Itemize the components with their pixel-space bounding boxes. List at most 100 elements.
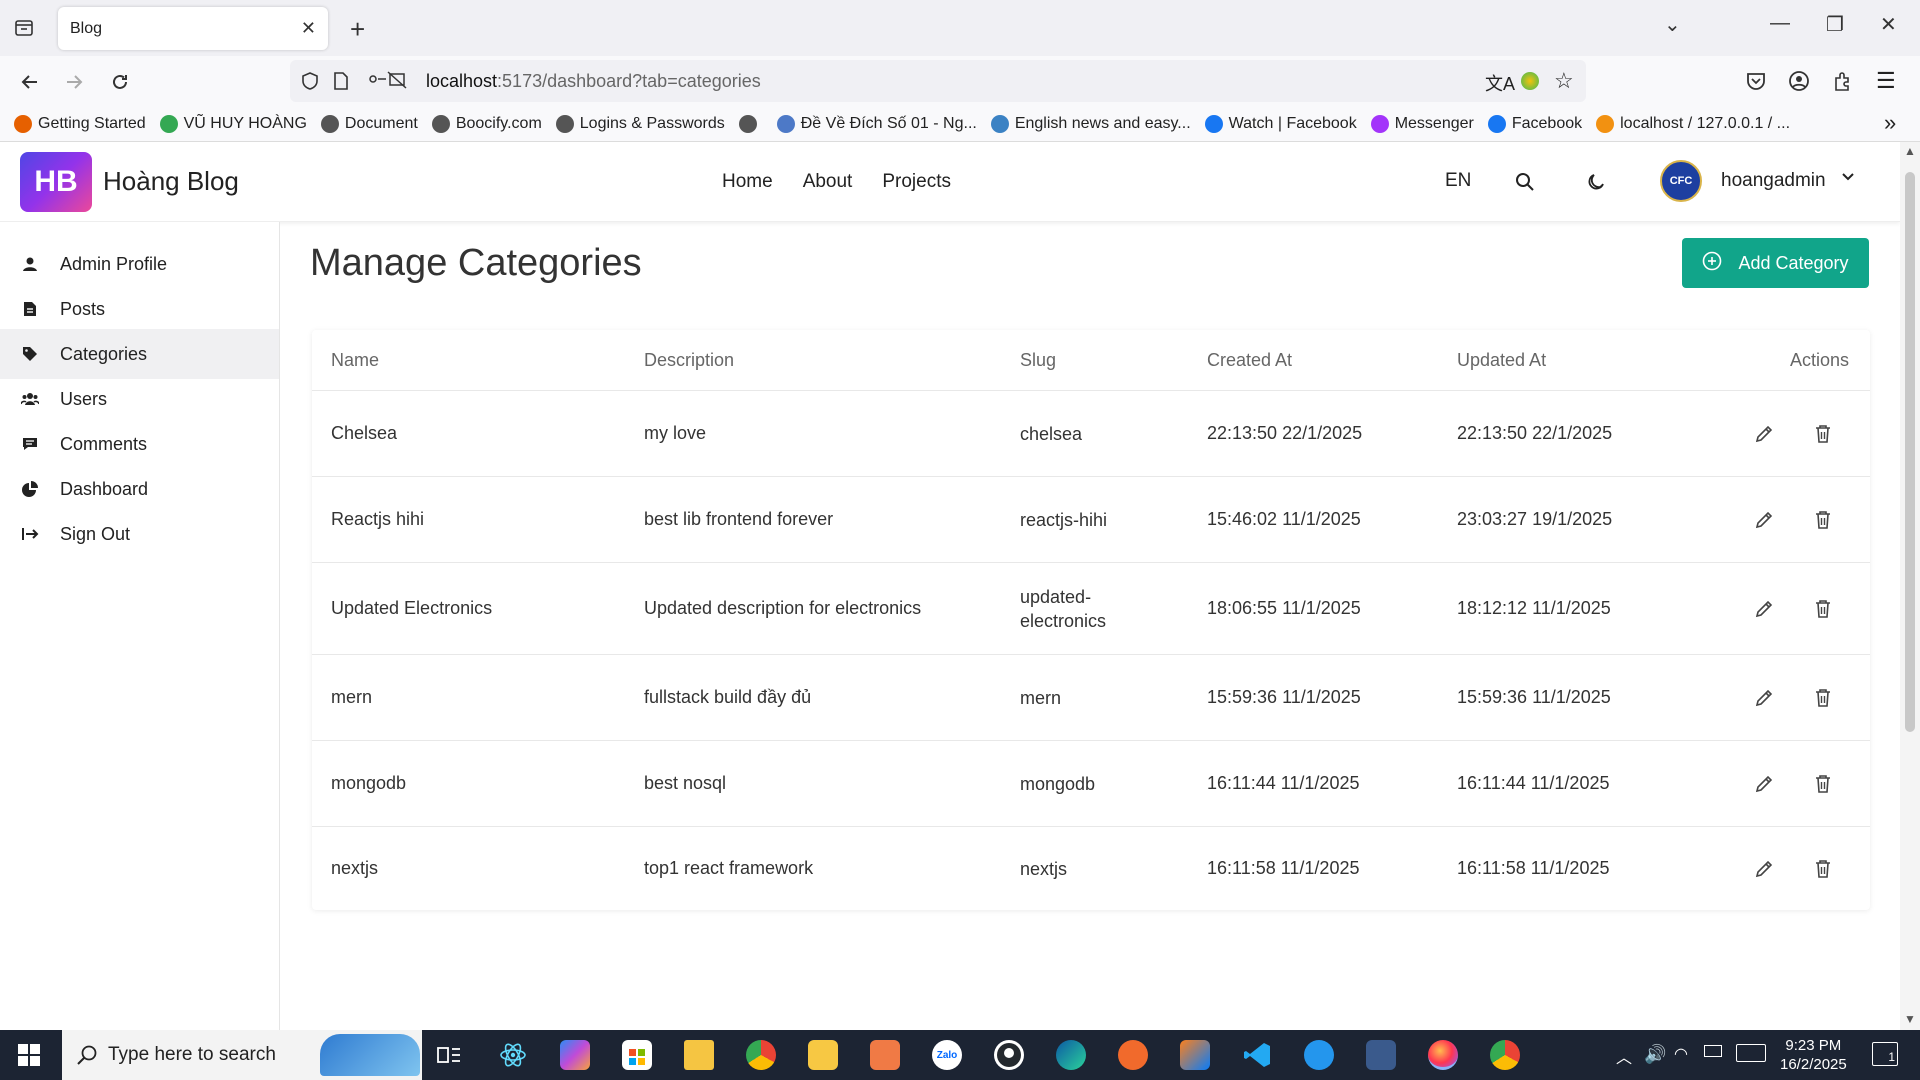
bookmark-item[interactable]: English news and easy... [990,114,1191,133]
bookmark-item[interactable]: Watch | Facebook [1204,114,1357,133]
battery-icon[interactable] [1704,1045,1722,1057]
bookmark-star-icon[interactable]: ☆ [1554,68,1574,94]
bookmark-item[interactable]: Getting Started [14,114,146,133]
pdf-reader-icon[interactable] [808,1040,838,1070]
close-tab-icon[interactable]: ✕ [301,18,316,39]
nav-projects[interactable]: Projects [882,171,951,193]
pocket-icon[interactable] [1745,70,1767,97]
edit-icon[interactable] [1754,477,1774,562]
bookmark-item[interactable]: Facebook [1487,114,1582,133]
browser-tab[interactable]: Blog ✕ [58,7,328,50]
edge-icon[interactable] [1056,1040,1086,1070]
bookmark-item[interactable]: Boocify.com [431,114,542,133]
trash-icon[interactable] [1814,477,1832,562]
extensions-icon[interactable] [1832,70,1854,97]
sidebar-item-sign-out[interactable]: Sign Out [0,509,279,559]
language-toggle[interactable]: EN [1445,170,1471,192]
bookmark-item[interactable]: Messenger [1370,114,1474,133]
windows-start-icon[interactable] [18,1044,40,1066]
microsoft-store-icon[interactable] [622,1040,652,1070]
sidebar-item-users[interactable]: Users [0,374,279,424]
sidebar-item-dashboard[interactable]: Dashboard [0,464,279,514]
avatar[interactable]: CFC [1660,160,1702,202]
sidebar-item-admin-profile[interactable]: Admin Profile [0,239,279,289]
trash-icon[interactable] [1814,741,1832,826]
scroll-thumb[interactable] [1905,172,1915,732]
edit-icon[interactable] [1754,741,1774,826]
url-text[interactable]: localhost:5173/dashboard?tab=categories [426,71,761,92]
comment-icon [20,436,40,452]
postman-icon[interactable] [1118,1040,1148,1070]
intellij-icon[interactable] [1180,1040,1210,1070]
search-icon[interactable] [1515,172,1535,198]
bookmark-item[interactable]: Document [320,114,418,133]
scroll-up-icon[interactable]: ▲ [1904,144,1916,158]
nav-about[interactable]: About [803,171,853,193]
trash-icon[interactable] [1814,563,1832,654]
docker-icon[interactable] [1304,1040,1334,1070]
taskbar-search[interactable]: Type here to search [62,1030,422,1080]
account-icon[interactable] [1788,70,1810,97]
back-icon[interactable] [16,68,44,96]
edit-icon[interactable] [1754,827,1774,910]
menu-icon[interactable]: ☰ [1876,68,1896,94]
sidebar-item-posts[interactable]: Posts [0,284,279,334]
keyboard-icon[interactable] [1736,1044,1766,1062]
react-devtools-icon[interactable] [498,1040,528,1070]
username[interactable]: hoangadmin [1721,170,1826,192]
notification-center-icon[interactable]: 1 [1872,1042,1898,1066]
bookmark-item[interactable]: Đề Về Đích Số 01 - Ng... [776,114,977,133]
tab-list-icon[interactable] [12,16,36,40]
sidebar-item-comments[interactable]: Comments [0,419,279,469]
wifi-icon[interactable]: ◠ [1674,1044,1688,1064]
bookmark-item[interactable]: Logins & Passwords [555,114,725,133]
logo-badge[interactable]: HB [20,152,92,212]
bookmark-item[interactable]: localhost / 127.0.0.1 / ... [1596,114,1790,133]
more-bookmarks-icon[interactable]: » [1884,110,1896,136]
new-tab-icon[interactable]: + [350,14,365,45]
bookmark-item[interactable]: VŨ HUY HOÀNG [159,114,307,133]
vscode-icon[interactable] [1242,1040,1272,1070]
trash-icon[interactable] [1814,655,1832,740]
copilot-icon[interactable] [560,1040,590,1070]
extension-icon[interactable] [1521,72,1539,90]
chevron-down-icon[interactable] [1840,168,1856,190]
edit-icon[interactable] [1754,391,1774,476]
chrome-icon[interactable] [746,1040,776,1070]
add-category-button[interactable]: Add Category [1682,238,1869,288]
trash-icon[interactable] [1814,827,1832,910]
github-icon[interactable] [994,1040,1024,1070]
zalo-icon[interactable]: Zalo [932,1040,962,1070]
mysql-workbench-icon[interactable] [1366,1040,1396,1070]
minimize-icon[interactable]: — [1770,12,1790,35]
permissions-icon[interactable] [368,71,408,96]
restore-icon[interactable]: ❐ [1826,12,1844,37]
nav-home[interactable]: Home [722,171,773,193]
system-clock[interactable]: 9:23 PM 16/2/2025 [1780,1036,1847,1074]
trash-icon[interactable] [1814,391,1832,476]
shield-icon[interactable] [300,71,320,96]
forward-icon[interactable] [60,68,88,96]
search-highlight-image [320,1034,420,1076]
logo-text[interactable]: Hoàng Blog [103,166,239,197]
close-window-icon[interactable]: ✕ [1880,12,1897,37]
file-explorer-icon[interactable] [684,1040,714,1070]
list-all-tabs-icon[interactable]: ⌄ [1664,12,1681,37]
task-view-icon[interactable] [434,1040,464,1070]
moon-icon[interactable] [1586,172,1606,198]
bookmark-item[interactable] [738,114,763,133]
xampp-icon[interactable] [870,1040,900,1070]
edit-icon[interactable] [1754,563,1774,654]
address-bar[interactable]: localhost:5173/dashboard?tab=categories … [290,60,1586,102]
firefox-icon[interactable] [1428,1040,1458,1070]
scroll-down-icon[interactable]: ▼ [1904,1012,1916,1026]
page-icon[interactable] [332,71,350,96]
page-scrollbar[interactable]: ▲ ▼ [1900,142,1920,1030]
chevron-up-icon[interactable]: ︿ [1616,1044,1632,1068]
sidebar-item-categories[interactable]: Categories [0,329,279,379]
chrome-profile-icon[interactable] [1490,1040,1520,1070]
reload-icon[interactable] [106,68,134,96]
volume-icon[interactable]: 🔊 [1644,1044,1666,1065]
translate-icon[interactable]: 文A [1485,70,1515,96]
edit-icon[interactable] [1754,655,1774,740]
